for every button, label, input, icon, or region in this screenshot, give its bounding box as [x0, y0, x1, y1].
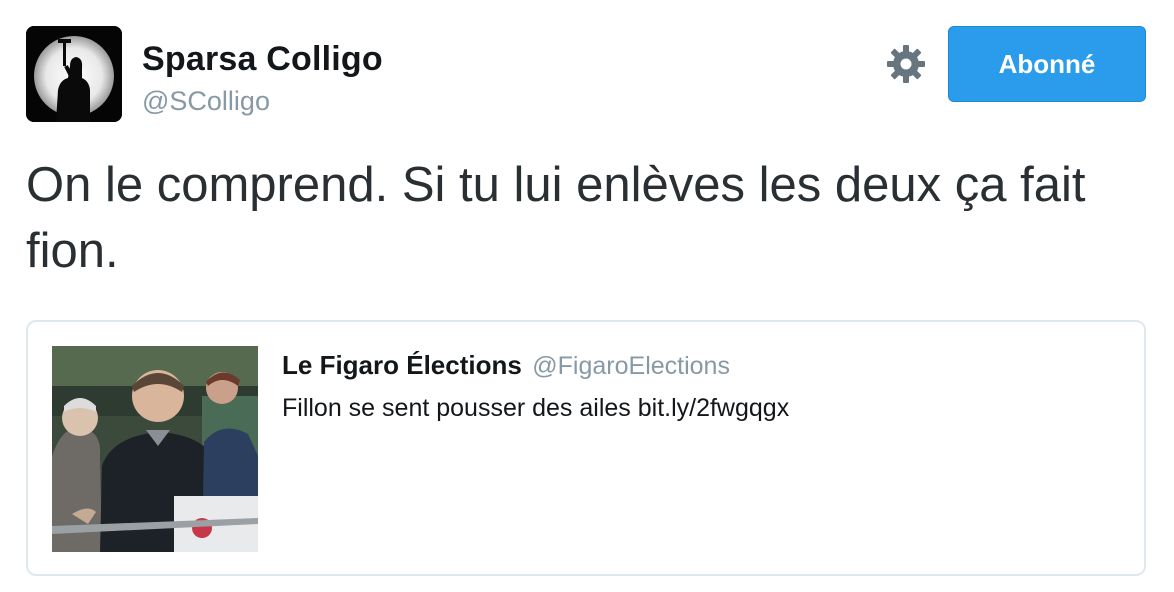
quoted-author-name[interactable]: Le Figaro Élections — [282, 350, 522, 380]
quoted-tweet-card[interactable]: Le Figaro Élections @FigaroElections Fil… — [26, 320, 1146, 576]
author-avatar[interactable] — [26, 26, 122, 122]
avatar-image — [26, 26, 122, 122]
author-screen-name[interactable]: @SColligo — [142, 86, 270, 117]
photo-thumbnail — [52, 346, 258, 552]
quoted-tweet-header: Le Figaro Élections @FigaroElections — [282, 350, 730, 381]
quoted-author-handle[interactable]: @FigaroElections — [532, 352, 730, 380]
tweet-text: On le comprend. Si tu lui enlèves les de… — [26, 158, 1086, 278]
quoted-tweet-photo[interactable] — [52, 346, 258, 552]
author-display-name[interactable]: Sparsa Colligo — [142, 40, 383, 79]
gear-icon[interactable] — [886, 44, 926, 84]
quoted-tweet-text: Fillon se sent pousser des ailes bit.ly/… — [282, 394, 790, 422]
tweet-container: Sparsa Colligo @SColligo Abonné On le co… — [0, 0, 1174, 592]
following-button[interactable]: Abonné — [948, 26, 1146, 102]
